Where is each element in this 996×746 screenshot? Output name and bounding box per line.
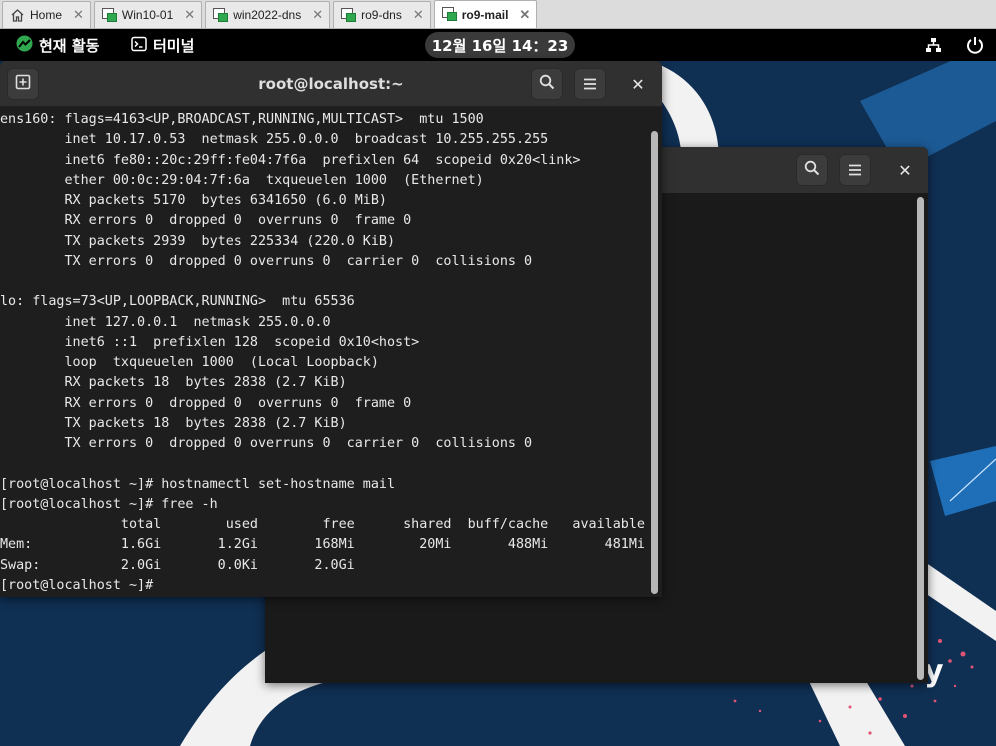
terminal-line: total used free shared buff/cache availa… [0, 517, 645, 532]
activities-label: 현재 활동 [39, 37, 100, 55]
gnome-top-bar: 현재 활동 터미널 12월 16일 14：23 [0, 29, 996, 61]
terminal-line: inet 10.17.0.53 netmask 255.0.0.0 broadc… [0, 132, 549, 148]
home-icon [10, 8, 25, 23]
scrollbar-thumb[interactable] [917, 197, 924, 680]
app-menu-label: 터미널 [153, 37, 195, 55]
terminal-line: RX errors 0 dropped 0 overruns 0 frame 0 [0, 213, 412, 229]
search-button[interactable] [531, 68, 563, 100]
menu-button[interactable] [839, 154, 871, 186]
terminal-line: inet 127.0.0.1 netmask 255.0.0.0 [0, 314, 331, 330]
terminal-output[interactable]: ens160: flags=4163<UP,BROADCAST,RUNNING,… [0, 108, 648, 597]
vm-tab-label: win2022-dns [233, 8, 302, 22]
close-button[interactable]: ✕ [889, 154, 921, 186]
vm-tab-ro9-mail[interactable]: ro9-mail ✕ [433, 0, 538, 28]
menu-button[interactable] [574, 68, 606, 100]
close-icon[interactable]: ✕ [519, 7, 530, 23]
network-icon[interactable] [925, 37, 942, 53]
search-icon [539, 74, 555, 94]
vm-icon [101, 7, 117, 23]
close-icon[interactable]: ✕ [184, 7, 195, 23]
close-icon[interactable]: ✕ [73, 7, 84, 23]
vm-tab-win2022-dns[interactable]: win2022-dns ✕ [205, 1, 331, 28]
terminal-line: Mem: 1.6Gi 1.2Gi 168Mi 20Mi 488Mi 481Mi [0, 537, 645, 553]
close-icon: ✕ [898, 160, 912, 180]
search-button[interactable] [796, 154, 828, 186]
terminal-text: ens160: flags=4163<UP,BROADCAST,RUNNING,… [0, 108, 648, 596]
new-tab-icon [15, 74, 31, 94]
vm-tab-home[interactable]: Home ✕ [2, 1, 91, 28]
terminal-line: TX packets 18 bytes 2838 (2.7 KiB) [0, 415, 347, 431]
terminal-line: TX errors 0 dropped 0 overruns 0 carrier… [0, 253, 533, 269]
vm-tab-label: ro9-dns [361, 8, 402, 22]
window-header[interactable]: root@localhost:~ ✕ [0, 61, 662, 107]
vm-tab-label: ro9-mail [461, 7, 509, 22]
hamburger-menu-icon [583, 75, 597, 94]
terminal-line: ether 00:0c:29:04:7f:6a txqueuelen 1000 … [0, 172, 484, 188]
scrollbar-thumb[interactable] [651, 131, 658, 594]
vm-tab-strip: Home ✕ Win10-01 ✕ win2022-dns ✕ ro9-dns … [0, 0, 996, 29]
terminal-line: RX packets 18 bytes 2838 (2.7 KiB) [0, 375, 347, 391]
clock[interactable]: 12월 16일 14：23 [425, 32, 575, 58]
vm-tab-label: Win10-01 [121, 8, 174, 22]
vm-icon [441, 7, 457, 22]
terminal-line: Swap: 2.0Gi 0.0Ki 2.0Gi [0, 557, 355, 573]
terminal-line: ens160: flags=4163<UP,BROADCAST,RUNNING,… [0, 112, 484, 127]
vm-tab-ro9-dns[interactable]: ro9-dns ✕ [333, 1, 431, 28]
terminal-line: inet6 fe80::20c:29ff:fe04:7f6a prefixlen… [0, 152, 581, 168]
terminal-line: TX packets 2939 bytes 225334 (220.0 KiB) [0, 233, 396, 249]
terminal-line: inet6 ::1 prefixlen 128 scopeid 0x10<hos… [0, 334, 420, 350]
terminal-line: [root@localhost ~]# [0, 577, 162, 593]
terminal-window[interactable]: root@localhost:~ ✕ ens160: flags=4163<UP… [0, 61, 662, 597]
close-icon: ✕ [631, 74, 645, 94]
activities-button[interactable]: 현재 활동 [16, 35, 99, 56]
vm-icon [213, 7, 229, 23]
new-tab-button[interactable] [7, 68, 39, 100]
terminal-line: RX errors 0 dropped 0 overruns 0 frame 0 [0, 395, 412, 411]
terminal-line: loop txqueuelen 1000 (Local Loopback) [0, 355, 379, 370]
close-icon[interactable]: ✕ [413, 7, 424, 23]
terminal-line: TX errors 0 dropped 0 overruns 0 carrier… [0, 436, 533, 451]
search-icon [804, 160, 820, 180]
terminal-line: lo: flags=73<UP,LOOPBACK,RUNNING> mtu 65… [0, 294, 355, 310]
hamburger-menu-icon [848, 161, 862, 180]
terminal-line: RX packets 5170 bytes 6341650 (6.0 MiB) [0, 193, 387, 208]
vm-tab-win10-01[interactable]: Win10-01 ✕ [93, 1, 203, 28]
vm-icon [341, 7, 357, 23]
clock-text: 12월 16일 14：23 [431, 36, 569, 55]
terminal-line: [root@localhost ~]# hostnamectl set-host… [0, 476, 396, 492]
close-icon[interactable]: ✕ [312, 7, 323, 23]
terminal-icon [131, 36, 147, 56]
power-icon[interactable] [966, 35, 984, 55]
rocky-logo-icon [16, 35, 33, 56]
app-menu-terminal[interactable]: 터미널 [131, 35, 194, 56]
terminal-line: [root@localhost ~]# free -h [0, 496, 218, 512]
vm-tab-label: Home [30, 8, 63, 22]
close-button[interactable]: ✕ [622, 68, 654, 100]
